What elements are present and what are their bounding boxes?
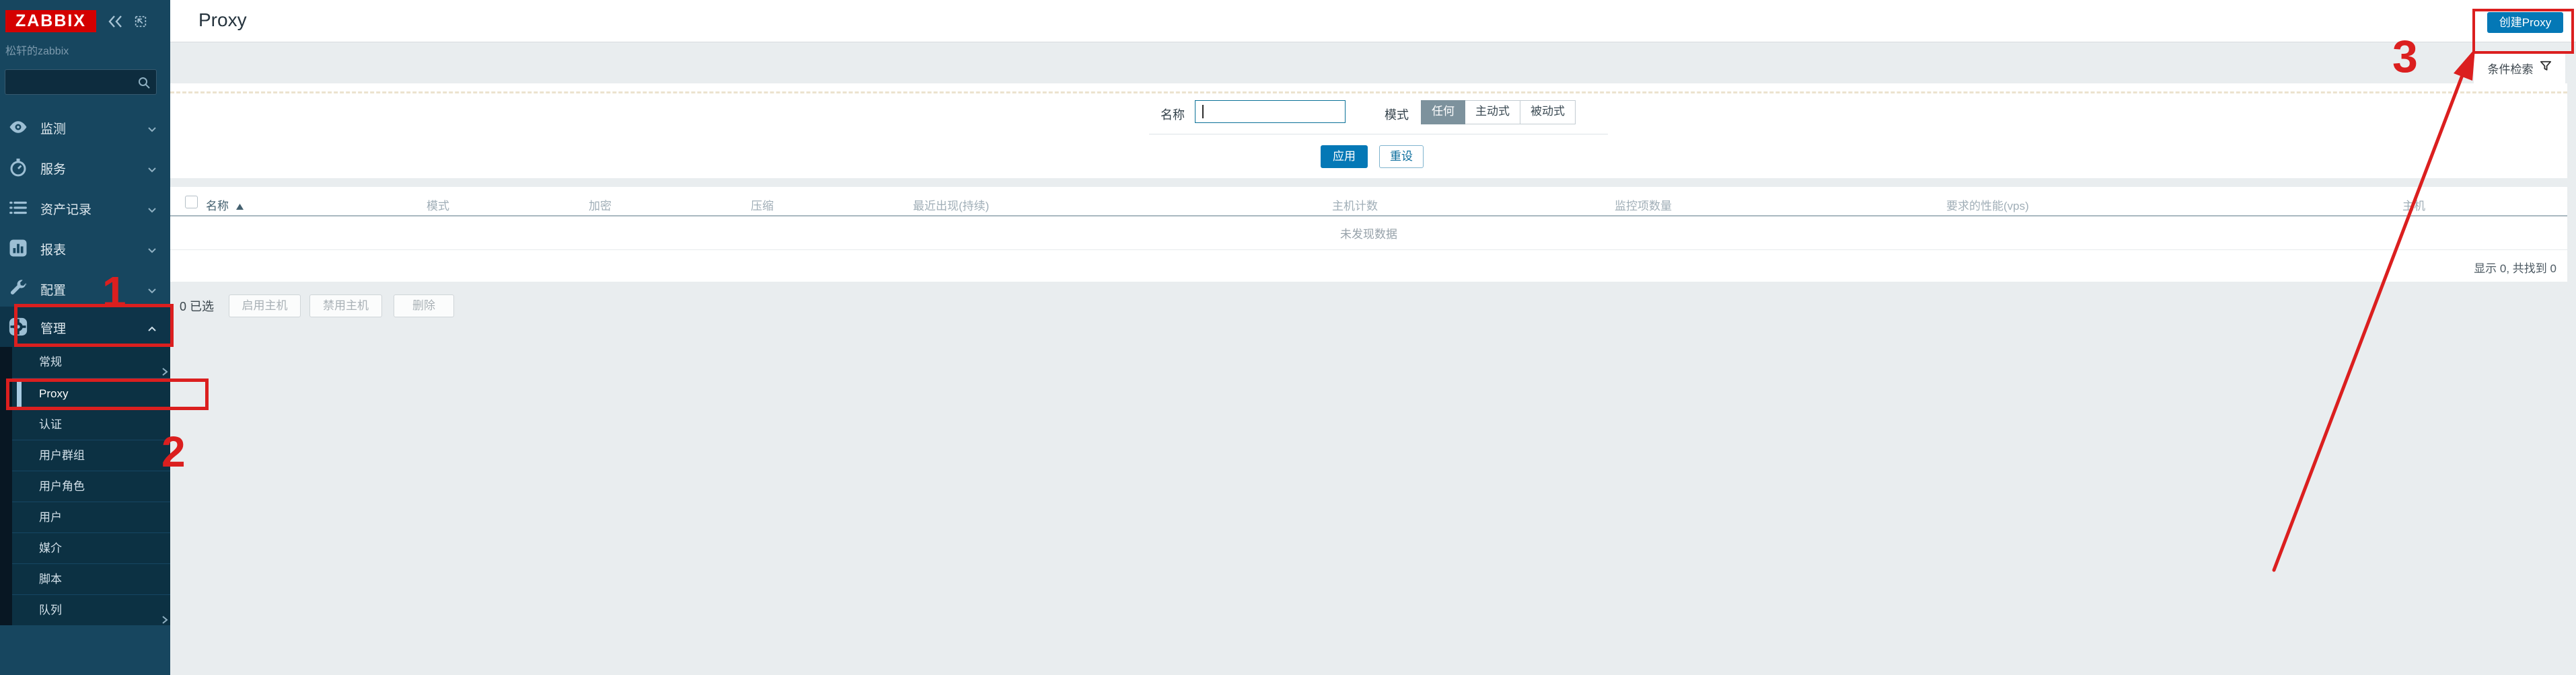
column-header-required-performance: 要求的性能(vps) <box>1946 200 2029 212</box>
mode-option-passive[interactable]: 被动式 <box>1520 100 1576 124</box>
name-filter-label: 名称 <box>1161 108 1185 122</box>
delete-button[interactable]: 删除 <box>394 294 454 317</box>
submenu-item-proxy[interactable]: Proxy <box>12 378 170 409</box>
submenu-item-user-groups[interactable]: 用户群组 <box>12 440 170 471</box>
sidebar: ZABBIX 松轩的zabbix 监测 服务 资产记录 报表 配置 管理 常规 … <box>0 0 170 675</box>
page-title: Proxy <box>198 9 247 30</box>
sidebar-item-monitoring[interactable]: 监测 <box>0 107 170 147</box>
stopwatch-icon <box>8 157 28 177</box>
submenu-item-media-types[interactable]: 媒介 <box>12 532 170 563</box>
eye-icon <box>8 117 28 137</box>
filter-panel-dashed-border <box>170 91 2567 93</box>
mode-segmented-control: 任何 主动式 被动式 <box>1421 100 1576 124</box>
apply-button[interactable]: 应用 <box>1321 145 1368 168</box>
zabbix-app: ZABBIX 松轩的zabbix 监测 服务 资产记录 报表 配置 管理 常规 … <box>0 0 2576 675</box>
select-all-checkbox[interactable] <box>185 196 198 208</box>
chevron-down-icon <box>147 124 157 136</box>
mode-filter-label: 模式 <box>1385 108 1409 122</box>
collapse-sidebar-icon[interactable] <box>108 15 123 28</box>
column-header-last-seen: 最近出现(持续) <box>913 200 990 212</box>
column-header-item-count: 监控项数量 <box>1615 200 1672 212</box>
table-row-divider <box>170 249 2567 250</box>
zabbix-logo[interactable]: ZABBIX <box>5 10 96 32</box>
filter-panel <box>170 83 2567 178</box>
search-input[interactable] <box>11 73 135 93</box>
submenu-item-general[interactable]: 常规 <box>12 347 170 378</box>
selected-count-label: 0 已选 <box>180 300 215 313</box>
bar-chart-icon <box>8 238 28 258</box>
submenu-item-user-roles[interactable]: 用户角色 <box>12 471 170 502</box>
expand-fullscreen-icon[interactable] <box>134 15 147 28</box>
sidebar-item-reports[interactable]: 报表 <box>0 228 170 268</box>
submenu-item-users[interactable]: 用户 <box>12 502 170 532</box>
enable-hosts-button[interactable]: 启用主机 <box>229 294 301 317</box>
sidebar-item-services[interactable]: 服务 <box>0 147 170 188</box>
gear-icon <box>8 317 28 337</box>
mode-option-active[interactable]: 主动式 <box>1465 100 1520 124</box>
chevron-down-icon <box>147 164 157 176</box>
chevron-right-icon <box>161 606 168 636</box>
sidebar-item-administration[interactable]: 管理 <box>0 307 170 347</box>
table-header-divider <box>170 215 2567 216</box>
column-header-name[interactable]: 名称 <box>206 196 244 213</box>
list-icon <box>8 198 28 218</box>
column-header-mode: 模式 <box>427 200 449 212</box>
search-icon <box>137 76 151 93</box>
mode-option-any[interactable]: 任何 <box>1421 100 1465 124</box>
create-proxy-button[interactable]: 创建Proxy <box>2487 12 2563 33</box>
sidebar-search[interactable] <box>5 69 157 95</box>
reset-button[interactable]: 重设 <box>1379 145 1424 168</box>
disable-hosts-button[interactable]: 禁用主机 <box>309 294 382 317</box>
wrench-icon <box>8 278 28 299</box>
selected-item-indicator <box>17 379 22 408</box>
chevron-up-icon <box>147 323 157 335</box>
chevron-down-icon <box>147 245 157 257</box>
chevron-down-icon <box>147 285 157 297</box>
submenu-item-queue[interactable]: 队列 <box>12 594 170 625</box>
table-footer-count: 显示 0, 共找到 0 <box>2474 262 2556 275</box>
chevron-down-icon <box>147 204 157 216</box>
submenu-item-scripts[interactable]: 脚本 <box>12 563 170 594</box>
server-name: 松轩的zabbix <box>5 46 69 57</box>
column-header-encryption: 加密 <box>589 200 612 212</box>
submenu-item-authentication[interactable]: 认证 <box>12 409 170 440</box>
funnel-icon <box>2540 61 2552 75</box>
page-header <box>170 0 2576 42</box>
column-header-hosts: 主机 <box>2402 200 2425 212</box>
name-filter-input[interactable] <box>1195 100 1346 123</box>
filter-toggle-tab[interactable]: 条件检索 <box>2474 52 2565 83</box>
sort-asc-icon <box>235 200 244 213</box>
sidebar-item-configuration[interactable]: 配置 <box>0 268 170 309</box>
column-header-host-count: 主机计数 <box>1332 200 1378 212</box>
column-header-compression: 压缩 <box>751 200 774 212</box>
sidebar-item-inventory[interactable]: 资产记录 <box>0 188 170 228</box>
no-data-row: 未发现数据 <box>1340 228 1397 241</box>
sidebar-scrollbar[interactable] <box>0 347 12 625</box>
text-cursor <box>1202 105 1204 118</box>
